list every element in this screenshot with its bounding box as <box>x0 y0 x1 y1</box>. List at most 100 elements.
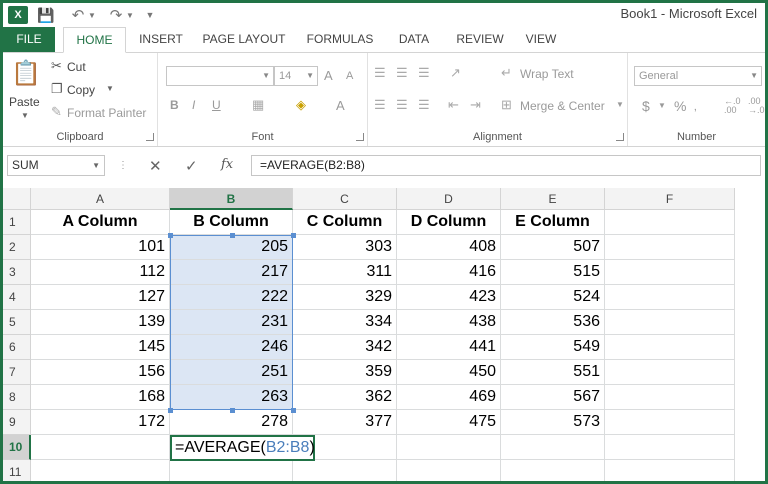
shrink-font-icon[interactable]: A <box>346 70 353 82</box>
orientation-icon[interactable]: ↗ <box>450 65 461 81</box>
bottom-align-icon[interactable]: ☰ <box>418 65 430 81</box>
cut-button[interactable]: Cut <box>67 60 86 74</box>
bold-button[interactable]: B <box>170 98 179 112</box>
merge-center-icon[interactable]: ⊞ <box>501 97 512 113</box>
cell-d8[interactable]: 469 <box>397 385 501 410</box>
cell-f1[interactable] <box>605 210 735 235</box>
tab-review[interactable]: REVIEW <box>449 27 511 52</box>
cell-e3[interactable]: 515 <box>501 260 605 285</box>
cell-b11[interactable] <box>170 460 293 481</box>
row-header-9[interactable]: 9 <box>3 410 31 435</box>
tab-insert[interactable]: INSERT <box>130 27 192 52</box>
column-header-e[interactable]: E <box>501 188 605 210</box>
row-header-11[interactable]: 11 <box>3 460 31 481</box>
selection-handle[interactable] <box>291 233 296 238</box>
cell-f10[interactable] <box>605 435 735 460</box>
cell-d3[interactable]: 416 <box>397 260 501 285</box>
cell-d11[interactable] <box>397 460 501 481</box>
align-right-icon[interactable]: ☰ <box>418 97 430 113</box>
percent-button[interactable]: % <box>674 98 686 114</box>
underline-button[interactable]: U <box>212 98 221 112</box>
cell-e8[interactable]: 567 <box>501 385 605 410</box>
row-header-10[interactable]: 10 <box>3 435 31 460</box>
cell-d1[interactable]: D Column <box>397 210 501 235</box>
customize-qat-icon[interactable]: ▼ <box>144 6 156 24</box>
format-painter-button[interactable]: Format Painter <box>67 106 146 120</box>
cell-b2[interactable]: 205 <box>170 235 293 260</box>
row-header-7[interactable]: 7 <box>3 360 31 385</box>
cell-f7[interactable] <box>605 360 735 385</box>
selection-handle[interactable] <box>229 233 235 238</box>
select-all-corner[interactable] <box>3 188 31 210</box>
format-painter-icon[interactable]: ✎ <box>51 104 62 120</box>
cell-d10[interactable] <box>397 435 501 460</box>
cell-a2[interactable]: 101 <box>31 235 170 260</box>
cell-f3[interactable] <box>605 260 735 285</box>
redo-dropdown-icon[interactable]: ▼ <box>125 6 135 24</box>
cell-f9[interactable] <box>605 410 735 435</box>
italic-button[interactable]: I <box>192 98 195 112</box>
insert-function-button[interactable]: fx <box>221 157 233 172</box>
align-center-icon[interactable]: ☰ <box>396 97 408 113</box>
cell-c8[interactable]: 362 <box>293 385 397 410</box>
cell-d2[interactable]: 408 <box>397 235 501 260</box>
cell-c5[interactable]: 334 <box>293 310 397 335</box>
cell-a5[interactable]: 139 <box>31 310 170 335</box>
currency-dropdown-icon[interactable]: ▼ <box>658 101 666 110</box>
copy-icon[interactable]: ❐ <box>51 81 63 97</box>
number-format-select[interactable]: General ▼ <box>634 66 762 86</box>
cell-e2[interactable]: 507 <box>501 235 605 260</box>
tab-formulas[interactable]: FORMULAS <box>299 27 381 52</box>
cell-c1[interactable]: C Column <box>293 210 397 235</box>
cell-e11[interactable] <box>501 460 605 481</box>
cell-b4[interactable]: 222 <box>170 285 293 310</box>
cell-e6[interactable]: 549 <box>501 335 605 360</box>
cell-a11[interactable] <box>31 460 170 481</box>
cell-a4[interactable]: 127 <box>31 285 170 310</box>
cell-a8[interactable]: 168 <box>31 385 170 410</box>
undo-icon[interactable]: ↶ <box>69 6 87 24</box>
cell-e5[interactable]: 536 <box>501 310 605 335</box>
column-header-f[interactable]: F <box>605 188 735 210</box>
alignment-launcher-icon[interactable] <box>616 133 624 141</box>
wrap-text-button[interactable]: Wrap Text <box>520 67 574 81</box>
worksheet-grid[interactable]: A B C D E F 1 2 3 4 5 6 7 8 9 10 11 A Column B Column C Col… <box>3 188 765 481</box>
paste-icon[interactable]: 📋 <box>11 59 41 88</box>
copy-dropdown-icon[interactable]: ▼ <box>106 84 114 93</box>
cell-e10[interactable] <box>501 435 605 460</box>
cell-c6[interactable]: 342 <box>293 335 397 360</box>
cell-b5[interactable]: 231 <box>170 310 293 335</box>
row-header-5[interactable]: 5 <box>3 310 31 335</box>
wrap-text-icon[interactable]: ↵ <box>501 65 512 81</box>
cell-a1[interactable]: A Column <box>31 210 170 235</box>
column-header-a[interactable]: A <box>31 188 170 210</box>
cell-b6[interactable]: 246 <box>170 335 293 360</box>
clipboard-launcher-icon[interactable] <box>146 133 154 141</box>
formula-input[interactable]: =AVERAGE(B2:B8) <box>251 155 761 176</box>
grow-font-icon[interactable]: A <box>324 68 333 83</box>
top-align-icon[interactable]: ☰ <box>374 65 386 81</box>
cell-f8[interactable] <box>605 385 735 410</box>
name-box[interactable]: SUM ▼ <box>7 155 105 176</box>
row-header-2[interactable]: 2 <box>3 235 31 260</box>
cell-c11[interactable] <box>293 460 397 481</box>
row-header-1[interactable]: 1 <box>3 210 31 235</box>
borders-icon[interactable]: ▦ <box>252 97 264 113</box>
merge-dropdown-icon[interactable]: ▼ <box>616 100 624 109</box>
tab-view[interactable]: VIEW <box>519 27 563 52</box>
tab-data[interactable]: DATA <box>389 27 439 52</box>
column-header-c[interactable]: C <box>293 188 397 210</box>
cell-b1[interactable]: B Column <box>170 210 293 235</box>
cell-a7[interactable]: 156 <box>31 360 170 385</box>
name-box-dropdown-icon[interactable]: ▼ <box>92 156 100 175</box>
cell-e4[interactable]: 524 <box>501 285 605 310</box>
font-name-select[interactable]: ▼ <box>166 66 274 86</box>
selection-handle[interactable] <box>229 408 235 413</box>
column-header-d[interactable]: D <box>397 188 501 210</box>
cell-a10[interactable] <box>31 435 170 460</box>
decrease-indent-icon[interactable]: ⇤ <box>448 97 459 113</box>
undo-dropdown-icon[interactable]: ▼ <box>87 6 97 24</box>
cell-a9[interactable]: 172 <box>31 410 170 435</box>
row-header-8[interactable]: 8 <box>3 385 31 410</box>
cell-c4[interactable]: 329 <box>293 285 397 310</box>
